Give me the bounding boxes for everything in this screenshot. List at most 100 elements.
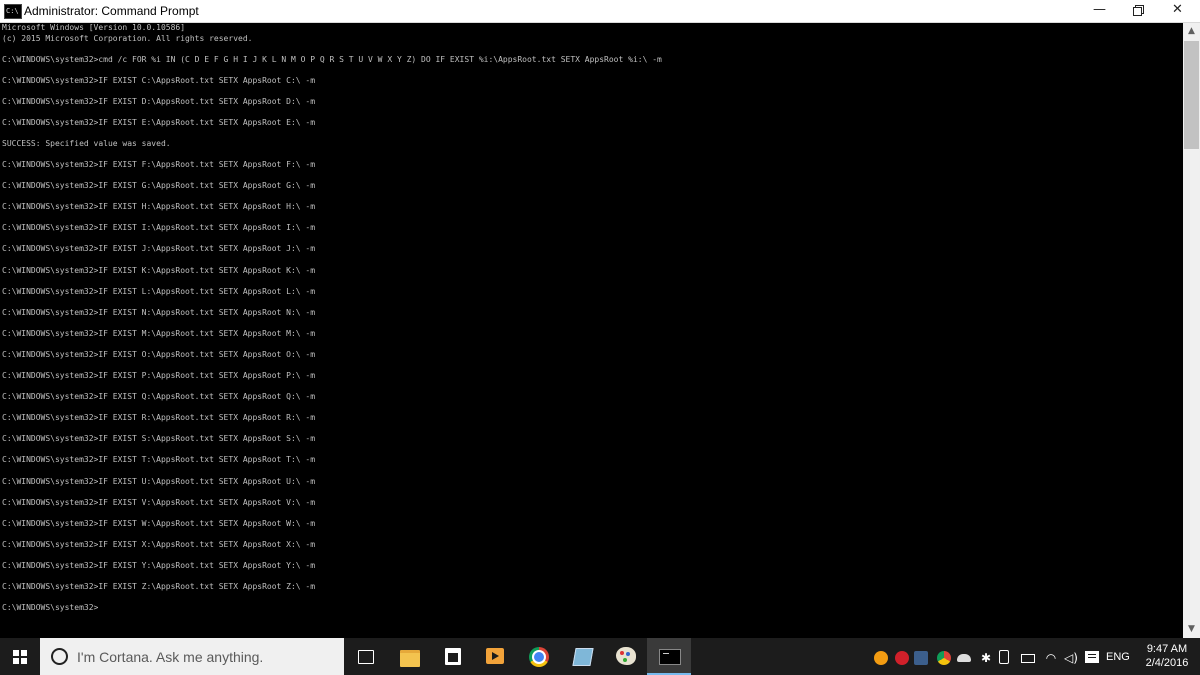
console-line: C:\WINDOWS\system32>IF EXIST T:\AppsRoot… xyxy=(2,455,316,465)
tray-red-app-icon[interactable] xyxy=(895,651,909,665)
clock-date: 2/4/2016 xyxy=(1145,657,1189,669)
console-line: C:\WINDOWS\system32>IF EXIST Z:\AppsRoot… xyxy=(2,581,316,591)
console-line: C:\WINDOWS\system32>IF EXIST N:\AppsRoot… xyxy=(2,307,316,317)
usb-device-icon[interactable] xyxy=(999,650,1009,664)
vertical-scrollbar[interactable]: ▲ ▼ xyxy=(1183,23,1200,638)
taskbar-media-player[interactable] xyxy=(474,638,518,675)
scrollbar-thumb[interactable] xyxy=(1184,41,1199,149)
console-line: Microsoft Windows [Version 10.0.10586] xyxy=(2,23,186,32)
console-line: C:\WINDOWS\system32>IF EXIST V:\AppsRoot… xyxy=(2,497,316,507)
console-line: C:\WINDOWS\system32>IF EXIST Q:\AppsRoot… xyxy=(2,392,316,402)
console-line: C:\WINDOWS\system32>IF EXIST K:\AppsRoot… xyxy=(2,265,316,275)
console-line: (c) 2015 Microsoft Corporation. All righ… xyxy=(2,33,253,43)
console-line: C:\WINDOWS\system32>IF EXIST M:\AppsRoot… xyxy=(2,328,316,338)
onedrive-cloud-icon[interactable] xyxy=(957,654,971,662)
input-language[interactable]: ENG xyxy=(1106,650,1130,664)
taskbar-file-explorer[interactable] xyxy=(388,638,432,675)
taskbar-paint[interactable] xyxy=(604,638,648,675)
scroll-down-arrow-icon[interactable]: ▼ xyxy=(1183,621,1200,638)
task-view-button[interactable] xyxy=(344,638,388,675)
taskbar-command-prompt[interactable] xyxy=(647,638,691,675)
console-line: C:\WINDOWS\system32>IF EXIST W:\AppsRoot… xyxy=(2,518,316,528)
console-line: C:\WINDOWS\system32>IF EXIST X:\AppsRoot… xyxy=(2,539,316,549)
cortana-icon xyxy=(51,648,68,665)
console-line: C:\WINDOWS\system32>IF EXIST U:\AppsRoot… xyxy=(2,476,316,486)
taskbar-notes-app[interactable] xyxy=(561,638,605,675)
tray-chrome-icon[interactable] xyxy=(937,651,951,665)
volume-icon[interactable]: ◁) xyxy=(1064,651,1078,665)
notes-icon xyxy=(572,648,594,666)
console-line: C:\WINDOWS\system32>IF EXIST O:\AppsRoot… xyxy=(2,349,316,359)
console-line: SUCCESS: Specified value was saved. xyxy=(2,139,171,149)
start-button[interactable] xyxy=(0,638,40,675)
taskbar-chrome[interactable] xyxy=(517,638,561,675)
close-button[interactable]: ✕ xyxy=(1155,0,1200,22)
task-view-icon xyxy=(358,650,374,664)
restore-icon xyxy=(1132,4,1144,16)
restore-button[interactable] xyxy=(1115,0,1160,22)
console-line: C:\WINDOWS\system32>IF EXIST D:\AppsRoot… xyxy=(2,96,316,106)
console-line: C:\WINDOWS\system32>IF EXIST R:\AppsRoot… xyxy=(2,413,316,423)
taskbar-store[interactable] xyxy=(431,638,475,675)
window-title: Administrator: Command Prompt xyxy=(24,4,199,18)
paint-palette-icon xyxy=(616,647,636,665)
tray-app-icon[interactable] xyxy=(914,651,928,665)
command-prompt-icon xyxy=(4,4,22,19)
command-prompt-icon xyxy=(659,649,681,665)
folder-icon xyxy=(400,650,420,667)
console-line: C:\WINDOWS\system32>cmd /c FOR %i IN (C … xyxy=(2,54,662,64)
console-line: C:\WINDOWS\system32> xyxy=(2,603,99,613)
console-line: C:\WINDOWS\system32>IF EXIST G:\AppsRoot… xyxy=(2,181,316,191)
search-placeholder: I'm Cortana. Ask me anything. xyxy=(77,649,264,665)
console-line: C:\WINDOWS\system32>IF EXIST Y:\AppsRoot… xyxy=(2,560,316,570)
cortana-search-box[interactable]: I'm Cortana. Ask me anything. xyxy=(40,638,344,675)
console-line: C:\WINDOWS\system32>IF EXIST J:\AppsRoot… xyxy=(2,244,316,254)
battery-icon[interactable] xyxy=(1021,654,1035,663)
scroll-up-arrow-icon[interactable]: ▲ xyxy=(1183,23,1200,40)
windows-logo-icon xyxy=(13,650,27,664)
action-center-icon[interactable] xyxy=(1085,651,1099,663)
taskbar: I'm Cortana. Ask me anything. ✱ ◠ ◁) ENG… xyxy=(0,638,1200,675)
console-line: C:\WINDOWS\system32>IF EXIST H:\AppsRoot… xyxy=(2,202,316,212)
console-output[interactable]: Microsoft Windows [Version 10.0.10586] (c… xyxy=(0,23,1183,638)
store-bag-icon xyxy=(445,648,461,665)
console-line: C:\WINDOWS\system32>IF EXIST I:\AppsRoot… xyxy=(2,223,316,233)
media-play-icon xyxy=(486,648,504,664)
console-line: C:\WINDOWS\system32>IF EXIST E:\AppsRoot… xyxy=(2,117,316,127)
console-line: C:\WINDOWS\system32>IF EXIST P:\AppsRoot… xyxy=(2,371,316,381)
console-line: C:\WINDOWS\system32>IF EXIST C:\AppsRoot… xyxy=(2,75,316,85)
system-clock[interactable]: 9:47 AM 2/4/2016 xyxy=(1136,642,1198,670)
wifi-icon[interactable]: ◠ xyxy=(1044,651,1058,665)
bluetooth-icon[interactable]: ✱ xyxy=(979,651,993,665)
chrome-icon xyxy=(529,647,549,667)
tray-orange-app-icon[interactable] xyxy=(874,651,888,665)
console-line: C:\WINDOWS\system32>IF EXIST F:\AppsRoot… xyxy=(2,160,316,170)
title-bar[interactable]: Administrator: Command Prompt — ✕ xyxy=(0,0,1200,23)
